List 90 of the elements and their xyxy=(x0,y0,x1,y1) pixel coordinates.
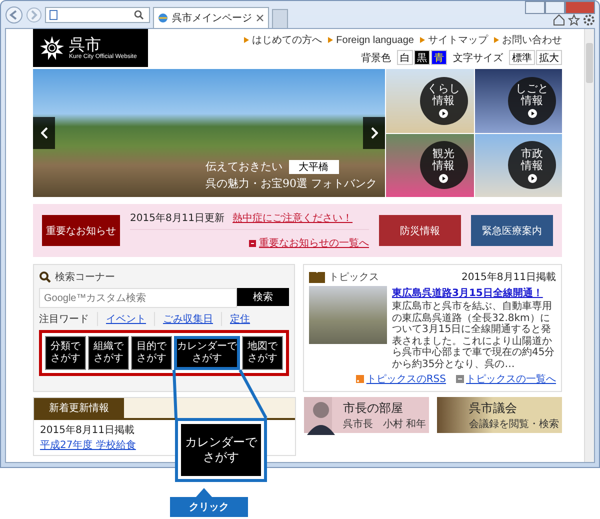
banner[interactable]: 市長の部屋 呉市長 小村 和年 xyxy=(304,397,430,433)
featured-link[interactable]: 定住 xyxy=(222,312,258,326)
notice-more-link[interactable]: 重要なお知らせの一覧へ xyxy=(259,236,369,250)
font-size-button[interactable]: 拡大 xyxy=(536,50,562,65)
category-tile[interactable]: 観光 情報 xyxy=(386,134,474,197)
banner-subtitle: 呉市長 小村 和年 xyxy=(343,418,426,430)
next-button[interactable] xyxy=(363,117,385,149)
play-icon xyxy=(439,109,448,118)
banner-title: 市長の部屋 xyxy=(343,400,404,416)
rss-icon xyxy=(356,375,364,383)
search-category-button[interactable]: 目的で さがす xyxy=(131,336,172,370)
featured-link[interactable]: ごみ収集日 xyxy=(155,312,222,326)
globe-icon xyxy=(158,13,168,23)
play-icon xyxy=(528,109,536,118)
category-tile[interactable]: しごと 情報 xyxy=(474,69,562,132)
tile-label: しごと 情報 xyxy=(516,83,548,108)
browser-tab[interactable]: 呉市メインページ xyxy=(153,7,269,28)
search-icon[interactable] xyxy=(134,10,146,20)
info-button[interactable]: 防災情報 xyxy=(379,215,461,246)
page-icon xyxy=(49,10,58,20)
star-icon[interactable] xyxy=(568,14,580,26)
chevron-left-icon xyxy=(40,127,48,139)
notice-date: 2015年8月11日更新 xyxy=(130,212,225,225)
chevron-right-icon xyxy=(370,127,378,139)
search-field[interactable]: Google™カスタム検索 xyxy=(39,288,237,308)
featured-label: 注目ワード xyxy=(39,312,98,326)
close-icon[interactable] xyxy=(256,14,264,22)
triangle-icon xyxy=(420,37,425,43)
search-button[interactable]: 検索 xyxy=(237,288,289,306)
search-icon xyxy=(39,271,51,283)
bg-color-option[interactable]: 青 xyxy=(431,50,447,65)
category-tile[interactable]: くらし 情報 xyxy=(386,69,474,132)
search-title: 検索コーナー xyxy=(55,270,115,284)
search-category-button[interactable]: 地図で さがす xyxy=(242,336,283,370)
address-field[interactable] xyxy=(45,6,150,22)
nav-link[interactable]: サイトマップ xyxy=(428,33,488,47)
triangle-icon xyxy=(328,37,334,43)
scrollbar[interactable] xyxy=(584,29,594,462)
category-tile[interactable]: 市政 情報 xyxy=(474,134,562,197)
play-icon xyxy=(439,174,448,183)
tile-label: 観光 情報 xyxy=(432,148,454,172)
maximize-button[interactable] xyxy=(545,1,565,14)
topics-date: 2015年8月11日掲載 xyxy=(461,270,556,284)
nav-link[interactable]: Foreign language xyxy=(336,34,414,46)
tile-label: 市政 情報 xyxy=(521,148,543,172)
caption-text: 呉の魅力・お宝90選 フォトバンク xyxy=(206,176,377,191)
news-date: 2015年8月11日掲載 xyxy=(40,424,135,437)
bg-color-option[interactable]: 黒 xyxy=(414,50,430,65)
triangle-icon xyxy=(494,37,499,43)
prev-button[interactable] xyxy=(33,117,55,149)
notice-heading-button[interactable]: 重要なお知らせ xyxy=(42,215,120,246)
bullet-icon xyxy=(249,240,256,246)
photo-label: 大平橋 xyxy=(288,160,338,174)
featured-link[interactable]: イベント xyxy=(98,312,155,326)
play-icon xyxy=(528,174,536,183)
search-category-button[interactable]: 分類で さがす xyxy=(45,336,86,370)
topics-body: 東広島市と呉市を結ぶ、自動車専用の東広島呉道路（全長32.8km）について3月15日に全線開通すると発表されました。これにより山陽道から呉市中心部まで車で現在の約45分から約35分となり、呉の… xyxy=(392,301,556,370)
bullet-icon xyxy=(456,375,464,383)
font-size-label: 文字サイズ xyxy=(453,52,503,64)
scrollbar-thumb[interactable] xyxy=(586,43,593,83)
bg-color-label: 背景色 xyxy=(361,52,391,64)
nav-link[interactable]: はじめての方へ xyxy=(252,33,322,47)
emblem-icon xyxy=(39,35,65,61)
book-icon xyxy=(309,271,325,283)
bg-color-option[interactable]: 白 xyxy=(397,50,413,65)
banner-title: 呉市議会 xyxy=(468,400,518,416)
settings-icon[interactable] xyxy=(583,14,595,26)
caption-text: 伝えておきたい xyxy=(206,159,282,174)
search-category-button[interactable]: 組織で さがす xyxy=(88,336,129,370)
info-button[interactable]: 緊急医療案内 xyxy=(471,215,553,246)
news-tab[interactable]: 新着更新情報 xyxy=(34,398,124,418)
banner-subtitle: 会議録を閲覧・検索 xyxy=(468,418,559,430)
back-icon[interactable] xyxy=(5,6,23,24)
news-link[interactable]: 平成27年度 学校給食 xyxy=(40,438,136,452)
nav-link[interactable]: お問い合わせ xyxy=(502,33,562,47)
topics-link[interactable]: トピックスの一覧へ xyxy=(466,372,556,386)
font-size-button[interactable]: 標準 xyxy=(509,50,535,65)
tile-label: くらし 情報 xyxy=(427,83,460,108)
search-category-button[interactable]: カレンダーで さがす xyxy=(174,336,240,370)
triangle-icon xyxy=(244,37,250,43)
notice-link[interactable]: 熱中症にご注意ください！ xyxy=(232,211,353,225)
topics-link[interactable]: トピックスのRSS xyxy=(366,372,446,386)
logo-title: 呉市 xyxy=(69,36,101,54)
topics-title: トピックス xyxy=(329,271,379,284)
callout-pointer xyxy=(196,488,212,497)
minimize-button[interactable] xyxy=(525,1,545,14)
banner[interactable]: 呉市議会 会議録を閲覧・検索 xyxy=(437,397,562,433)
topics-headline-link[interactable]: 東広島呉道路3月15日全線開通！ xyxy=(392,286,556,300)
home-icon[interactable] xyxy=(553,14,565,26)
tab-title: 呉市メインページ xyxy=(172,12,252,25)
